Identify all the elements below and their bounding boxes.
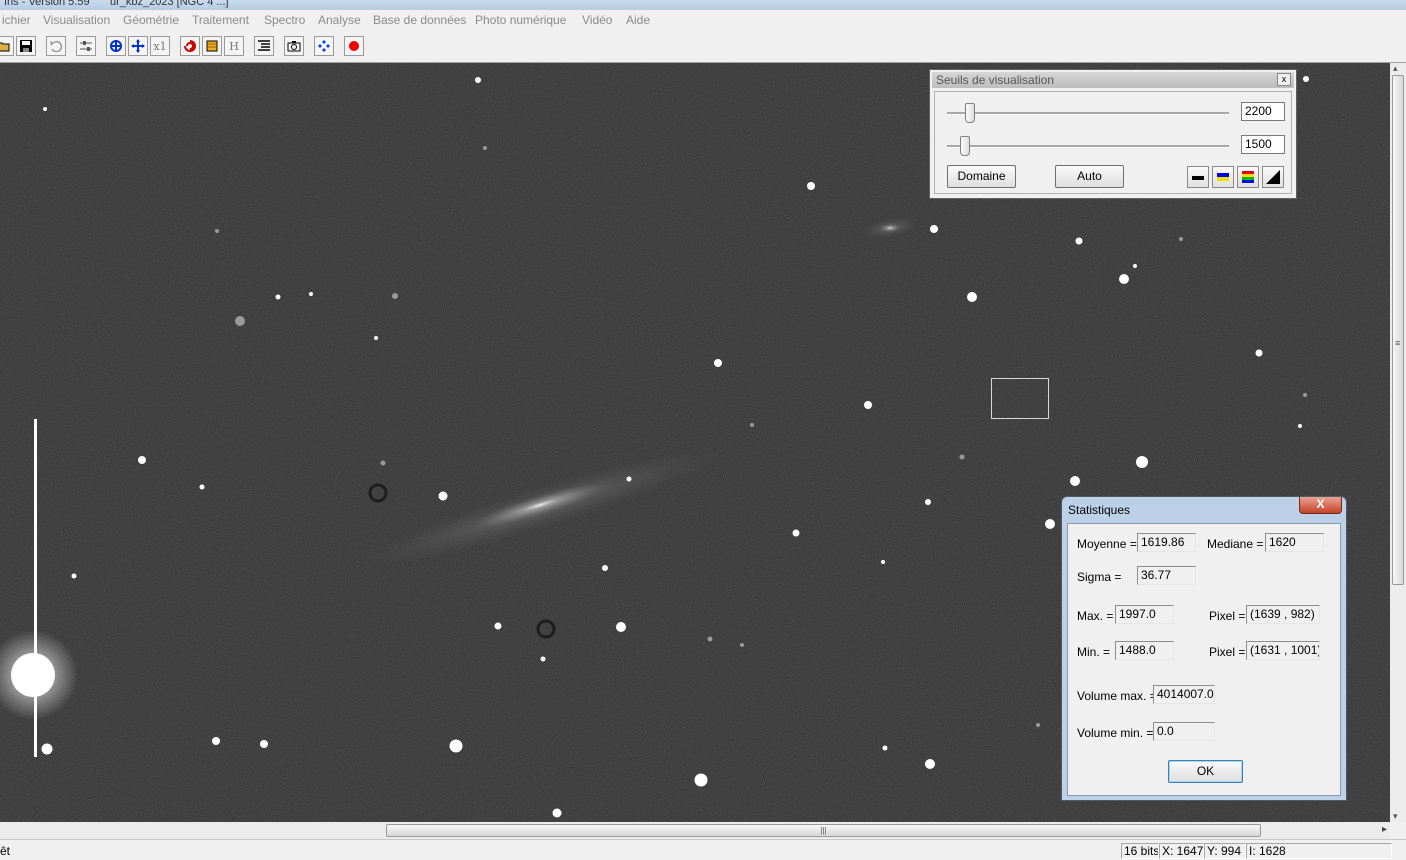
open-folder-icon[interactable] <box>0 36 14 56</box>
toolbar: x1 H <box>0 31 1406 63</box>
statistics-dialog: Statistiques X Moyenne = 1619.86 Mediane… <box>1061 496 1347 801</box>
sigma-label: Sigma = <box>1077 570 1122 584</box>
status-bits: 16 bits <box>1121 843 1159 859</box>
red-dot-icon[interactable] <box>344 36 364 56</box>
menu-fichier[interactable]: ichier <box>2 13 31 27</box>
file-title: ur_kbz_2023 [NGC 4 ...] <box>110 0 229 8</box>
horizontal-scroll-thumb[interactable]: ||| <box>386 824 1261 837</box>
statistics-close-button[interactable]: X <box>1299 497 1342 514</box>
app-title: Iris - Version 5.59 <box>4 0 90 8</box>
status-y: Y: 994 <box>1204 843 1246 859</box>
status-bar: êt 16 bits X: 1647 Y: 994 I: 1628 <box>0 839 1406 860</box>
volume-min-value: 0.0 <box>1153 722 1215 741</box>
window-titlebar: Iris - Version 5.59 ur_kbz_2023 [NGC 4 .… <box>0 0 1406 10</box>
min-value: 1488.0 <box>1115 641 1174 660</box>
status-intensity: I: 1628 <box>1246 843 1392 859</box>
threshold-dialog-title: Seuils de visualisation <box>936 73 1055 87</box>
status-x: X: 1647 <box>1159 843 1204 859</box>
zoom-out-icon[interactable] <box>128 36 148 56</box>
scroll-right-arrow[interactable]: ▸ <box>1382 824 1387 835</box>
mediane-label: Mediane = <box>1207 537 1264 551</box>
volume-max-label: Volume max. = <box>1077 689 1157 703</box>
low-threshold-slider[interactable] <box>960 136 970 156</box>
horizontal-scrollbar[interactable]: ||| ▸ <box>0 822 1390 839</box>
menu-photo-numerique[interactable]: Photo numérique <box>475 13 566 27</box>
volume-max-value: 4014007.0 <box>1153 685 1215 704</box>
min-pixel-label: Pixel = <box>1209 645 1246 659</box>
vscroll-grip: ≡ <box>1395 338 1401 348</box>
diamond-icon[interactable] <box>314 36 334 56</box>
max-pixel-label: Pixel = <box>1209 609 1246 623</box>
scroll-down-arrow[interactable]: ▾ <box>1393 811 1398 822</box>
threshold-close-button[interactable]: x <box>1277 73 1291 86</box>
statistics-dialog-title: Statistiques <box>1068 503 1131 517</box>
threshold-dialog-titlebar[interactable]: Seuils de visualisation x <box>932 72 1294 88</box>
undo-icon[interactable] <box>46 36 66 56</box>
sigma-value: 36.77 <box>1137 566 1196 585</box>
vertical-scroll-thumb[interactable]: ≡ <box>1392 75 1404 585</box>
max-pixel-value: (1639 , 982) <box>1246 605 1320 624</box>
small-galaxy-core <box>880 224 900 232</box>
volume-min-label: Volume min. = <box>1077 726 1154 740</box>
x1-icon[interactable]: x1 <box>150 36 170 56</box>
vertical-scrollbar[interactable]: ▴ ≡ ▾ <box>1390 63 1406 822</box>
blue-yellow-palette-icon[interactable] <box>1212 166 1234 188</box>
auto-button[interactable]: Auto <box>1055 165 1124 188</box>
bw-palette-icon[interactable] <box>1187 166 1209 188</box>
ok-button[interactable]: OK <box>1168 760 1243 783</box>
yellow-square-icon[interactable] <box>202 36 222 56</box>
scroll-up-arrow[interactable]: ▴ <box>1393 63 1398 74</box>
zoom-in-icon[interactable] <box>106 36 126 56</box>
list-icon[interactable] <box>254 36 274 56</box>
threshold-dialog-body: 2200 1500 Domaine Auto <box>934 91 1292 194</box>
max-label: Max. = <box>1077 609 1114 623</box>
spiral-icon[interactable] <box>180 36 200 56</box>
menu-visualisation[interactable]: Visualisation <box>43 13 110 27</box>
low-threshold-input[interactable]: 1500 <box>1241 135 1285 154</box>
save-icon[interactable] <box>16 36 36 56</box>
high-threshold-slider[interactable] <box>965 103 975 123</box>
menu-bar: ichier Visualisation Géométrie Traitemen… <box>0 10 1406 31</box>
bleed-spike <box>34 419 37 757</box>
menu-base-de-donnees[interactable]: Base de données <box>373 13 466 27</box>
h-icon[interactable]: H <box>224 36 244 56</box>
menu-geometrie[interactable]: Géométrie <box>123 13 179 27</box>
menu-video[interactable]: Vidéo <box>582 13 612 27</box>
threshold-dialog: Seuils de visualisation x 2200 1500 Doma… <box>929 69 1297 199</box>
moyenne-label: Moyenne = <box>1077 537 1137 551</box>
high-threshold-input[interactable]: 2200 <box>1241 102 1285 121</box>
gradient-palette-icon[interactable] <box>1262 166 1284 188</box>
adjust-icon[interactable] <box>76 36 96 56</box>
moyenne-value: 1619.86 <box>1137 533 1196 552</box>
menu-traitement[interactable]: Traitement <box>192 13 249 27</box>
min-label: Min. = <box>1077 645 1111 659</box>
statistics-dialog-body: Moyenne = 1619.86 Mediane = 1620 Sigma =… <box>1067 523 1341 796</box>
bright-star <box>11 653 55 697</box>
menu-spectro[interactable]: Spectro <box>264 13 305 27</box>
high-threshold-track <box>947 112 1229 115</box>
camera-icon[interactable] <box>284 36 304 56</box>
rainbow-palette-icon[interactable] <box>1237 166 1259 188</box>
mediane-value: 1620 <box>1265 533 1324 552</box>
low-threshold-track <box>947 145 1229 148</box>
max-value: 1997.0 <box>1115 605 1174 624</box>
min-pixel-value: (1631 , 1001) <box>1246 641 1320 660</box>
menu-aide[interactable]: Aide <box>626 13 650 27</box>
menu-analyse[interactable]: Analyse <box>318 13 361 27</box>
status-text: êt <box>0 844 11 858</box>
domaine-button[interactable]: Domaine <box>947 165 1016 188</box>
